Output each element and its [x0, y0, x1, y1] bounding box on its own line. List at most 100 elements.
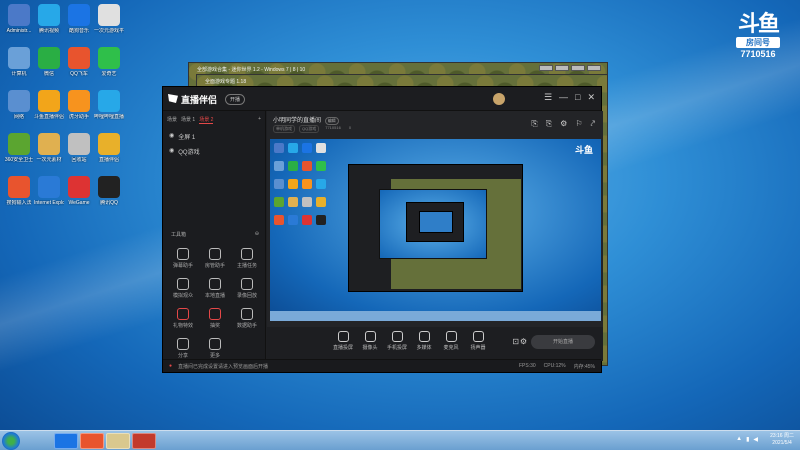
taskbar-clock[interactable]: 23:16 周二 2021/5/4: [770, 433, 794, 447]
desktop-icon[interactable]: 腾讯视频: [34, 4, 64, 34]
room-game[interactable]: QQ游戏: [299, 125, 320, 133]
bottom-button[interactable]: 摄像头: [356, 331, 384, 351]
taskbar-app-1[interactable]: [80, 433, 104, 449]
room-title-row: 小明同学的直播间 编辑: [273, 115, 339, 125]
bottom-button[interactable]: 多媒体: [410, 331, 438, 351]
source-item[interactable]: ◉ QQ游戏: [163, 144, 265, 159]
visibility-icon[interactable]: ◉: [169, 132, 174, 141]
desktop-icon[interactable]: 酷狗音乐: [64, 4, 94, 34]
tray-network-icon[interactable]: ▮: [746, 436, 749, 443]
room-header-icon[interactable]: ⤤: [590, 119, 595, 129]
preview-desktop-icon: [288, 161, 298, 171]
app-pill-button[interactable]: 开播: [225, 94, 246, 105]
desktop-icon-label: 回收站: [71, 157, 87, 163]
tool-item[interactable]: 房管助手: [199, 248, 231, 269]
edit-room-tag[interactable]: 编辑: [324, 117, 339, 125]
tool-item[interactable]: 抽奖: [199, 308, 231, 329]
scene-tab[interactable]: 场景 2: [199, 116, 214, 124]
tool-item[interactable]: 礼物特效: [167, 308, 199, 329]
desktop-icon[interactable]: Administr...: [4, 4, 34, 34]
room-id: 7710516: [325, 125, 341, 130]
clock-time: 23:16: [770, 433, 783, 439]
desktop-icon[interactable]: QQ飞车: [64, 47, 94, 77]
source-item[interactable]: ◉ 全屏 1: [163, 129, 265, 144]
tool-label: 弹幕助手: [172, 263, 193, 269]
tool-label: 本地直播: [204, 293, 225, 299]
desktop-icon[interactable]: WeGame: [64, 176, 94, 206]
menu-icon[interactable]: ☰: [544, 92, 552, 103]
room-header-icon[interactable]: ⚐: [575, 119, 582, 129]
bottom-button[interactable]: 扬声器: [464, 331, 492, 351]
avatar[interactable]: [493, 93, 505, 105]
streaming-app-window[interactable]: 直播伴侣 开播 ☰ — □ ✕ 场景 场景 1 场景 2 + ◉ 全屏 1 ◉ QQ游戏 工…: [162, 86, 603, 373]
settings-icon[interactable]: ⚙: [520, 337, 527, 346]
scene-tab[interactable]: 场景 1: [181, 116, 195, 124]
room-header-icon[interactable]: ⎘: [531, 119, 537, 129]
desktop-icon[interactable]: 网络: [4, 90, 34, 120]
taskbar-app-kugou[interactable]: [54, 433, 78, 449]
preview-nested-window: [348, 164, 523, 292]
desktop-icon[interactable]: 哔哩哔哩直播姬: [94, 90, 124, 120]
record-icon[interactable]: ⊡: [512, 337, 519, 346]
preview-desktop-icon: [274, 215, 284, 225]
desktop-icon-label: QQ飞车: [70, 71, 88, 77]
maximize-icon[interactable]: □: [575, 92, 580, 103]
preview-desktop-icon: [302, 197, 312, 207]
tool-item[interactable]: 弹幕助手: [167, 248, 199, 269]
add-scene-icon[interactable]: +: [258, 116, 261, 124]
room-category[interactable]: 单机游戏: [273, 125, 295, 133]
bottom-button[interactable]: 直播投屏: [329, 331, 357, 351]
tray-volume-icon[interactable]: ◀: [753, 436, 758, 443]
tool-item[interactable]: 分享: [167, 338, 199, 359]
taskbar-app-3[interactable]: [132, 433, 156, 449]
desktop-icon[interactable]: 计算机: [4, 47, 34, 77]
desktop-icon[interactable]: 虎牙助手: [64, 90, 94, 120]
preview-desktop-icon: [302, 161, 312, 171]
tool-item[interactable]: 录像回放: [231, 278, 263, 299]
tool-item[interactable]: 主播任务: [231, 248, 263, 269]
room-header-icon[interactable]: ⎘: [546, 119, 552, 129]
tray-arrow-icon[interactable]: ▲: [736, 436, 742, 443]
room-title: 小明同学的直播间: [273, 118, 322, 124]
desktop-icon-image: [8, 176, 30, 198]
desktop-icon[interactable]: 一次元游戏平台: [94, 4, 124, 34]
desktop-icon[interactable]: 微信: [34, 47, 64, 77]
preview-recursive-window: [406, 202, 464, 242]
collapse-icon[interactable]: ⊖: [255, 231, 259, 238]
bottom-button[interactable]: 手机投屏: [383, 331, 411, 351]
go-live-button[interactable]: 开始直播: [531, 335, 595, 349]
bottom-button-label: 扬声器: [470, 345, 486, 351]
tool-item[interactable]: 本地直播: [199, 278, 231, 299]
visibility-icon[interactable]: ◉: [169, 147, 174, 156]
preview-desktop-icon: [274, 161, 284, 171]
scene-tab[interactable]: 场景: [167, 116, 177, 124]
preview-recursive-view: [379, 189, 487, 259]
tool-item[interactable]: 更多: [199, 338, 231, 359]
back-window-controls[interactable]: [539, 65, 601, 71]
desktop-icon[interactable]: 直播伴侣: [94, 133, 124, 163]
bottom-button[interactable]: 麦克风: [437, 331, 465, 351]
room-header-icon[interactable]: ⚙: [560, 119, 567, 129]
bottom-button-icon: [472, 331, 484, 342]
desktop-icon[interactable]: 回收站: [64, 133, 94, 163]
tool-label: 主播任务: [236, 263, 257, 269]
tool-item[interactable]: 数据助手: [231, 308, 263, 329]
close-icon[interactable]: ✕: [587, 92, 595, 103]
taskbar-app-2[interactable]: [106, 433, 130, 449]
desktop-icon[interactable]: 一次元素材: [34, 133, 64, 163]
tool-item[interactable]: 模拟观众: [167, 278, 199, 299]
start-button[interactable]: [2, 432, 20, 450]
desktop-icon[interactable]: 搜狗输入法: [4, 176, 34, 206]
bottom-button-icon: [418, 331, 430, 342]
preview-desktop-icon: [288, 179, 298, 189]
cpu-readout: CPU:12%: [543, 362, 566, 369]
desktop-icon[interactable]: 斗鱼直播伴侣: [34, 90, 64, 120]
desktop-icon[interactable]: 爱奇艺: [94, 47, 124, 77]
desktop-icon[interactable]: 360安全卫士: [4, 133, 34, 163]
stream-preview[interactable]: 斗鱼: [270, 139, 601, 321]
minimize-icon[interactable]: —: [559, 92, 568, 103]
desktop-icon[interactable]: Internet Explorer: [34, 176, 64, 206]
tool-label: 数据助手: [236, 323, 257, 329]
bottom-button-icon: [445, 331, 457, 342]
desktop-icon[interactable]: 腾讯QQ: [94, 176, 124, 206]
